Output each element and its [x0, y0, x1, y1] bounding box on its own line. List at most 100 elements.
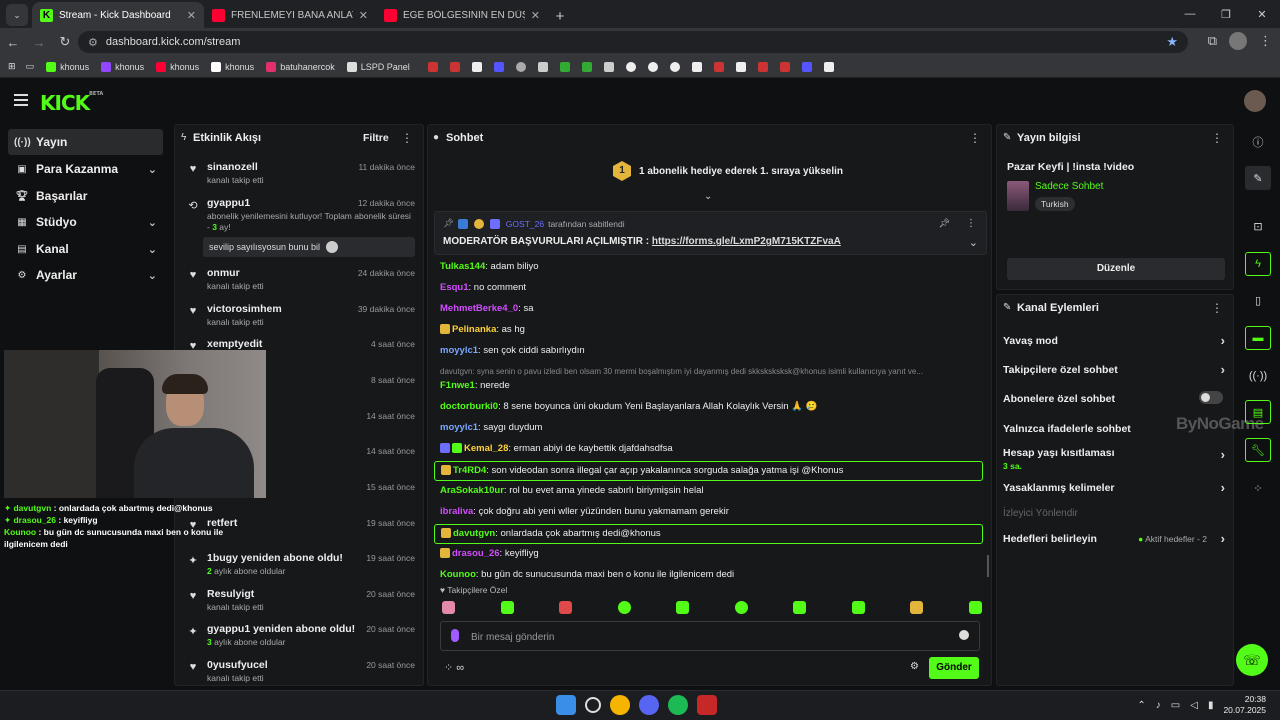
bookmark-icon[interactable] — [823, 61, 834, 72]
chat-message-input[interactable] — [471, 628, 941, 646]
site-info-icon[interactable]: ⚙ — [88, 36, 98, 49]
bookmark-icon[interactable] — [779, 61, 790, 72]
sidebar-item-para-kazanma[interactable]: ▣ Para Kazanma ⌄ — [8, 156, 163, 182]
chat-message[interactable]: Tr4RD4: son videodan sonra illegal çar a… — [434, 461, 983, 481]
network-icon[interactable]: ▭ — [1171, 700, 1180, 711]
activity-item[interactable]: ♥ Resulyigt 20 saat önce kanalı takip etti — [185, 588, 415, 620]
subscriber-only-toggle[interactable] — [1199, 391, 1223, 404]
emote-icon[interactable] — [851, 601, 865, 614]
dots-icon[interactable]: ⁘ — [1245, 476, 1271, 500]
bookmark-icon[interactable] — [735, 61, 746, 72]
chat-message[interactable]: moyylc1: saygı duydum — [440, 422, 542, 433]
pinned-link[interactable]: https://forms.gle/LxmP2gM715KTZFvaA — [652, 236, 841, 247]
emote-icon[interactable] — [617, 601, 631, 614]
activity-item[interactable]: ✦ 1bugy yeniden abone oldu! 19 saat önce 2 … — [185, 552, 415, 584]
bookmark-icon[interactable] — [515, 61, 526, 72]
tab-search-button[interactable]: ⌄ — [6, 4, 28, 26]
set-goals-row[interactable]: Hedefleri belirleyin ● Aktif hedefler - … — [1003, 531, 1225, 546]
kick-logo[interactable]: KICKBETA — [40, 91, 103, 115]
start-icon[interactable] — [556, 695, 576, 715]
kebab-menu-icon[interactable]: ⋮ — [966, 218, 976, 229]
bookmark-0[interactable]: khonus — [46, 61, 89, 72]
bookmark-icon[interactable] — [757, 61, 768, 72]
activity-username[interactable]: xemptyedit — [207, 338, 262, 350]
channel-action-row[interactable]: Hesap yaşı kısıtlaması 3 sa. › — [1003, 447, 1225, 471]
activity-item[interactable]: ♥ victorosimhem 39 dakika önce kanalı takip… — [185, 303, 415, 335]
chat-username[interactable]: Esqu1 — [440, 282, 469, 293]
chat-username[interactable]: MehmetBerke4_0 — [440, 303, 518, 314]
activity-item[interactable]: ✦ gyappu1 yeniden abone oldu! 20 saat önce… — [185, 623, 415, 655]
url-field[interactable]: ⚙ dashboard.kick.com/stream ★ — [78, 31, 1188, 53]
chat-message[interactable]: AraSokak10ur: rol bu evet ama yinede sab… — [440, 485, 704, 496]
activity-username[interactable]: 0yusufyucel — [207, 659, 268, 671]
activity-username[interactable]: onmur — [207, 267, 240, 279]
broadcast-icon[interactable]: ((·)) — [1245, 364, 1271, 388]
dots-icon[interactable]: ⁘ — [444, 662, 453, 674]
bookmark-icon[interactable] — [713, 61, 724, 72]
chat-message[interactable]: Esqu1: no comment — [440, 282, 526, 293]
tab-youtube-2[interactable]: EGE BÖLGESİNİN EN DÜŞÜK PU... ✕ — [376, 2, 548, 28]
reload-icon[interactable]: ↻ — [52, 34, 78, 50]
chat-username[interactable]: Tr4RD4 — [453, 465, 486, 476]
bookmark-icon[interactable] — [691, 61, 702, 72]
bookmark-3[interactable]: khonus — [211, 61, 254, 72]
battery-icon[interactable]: ▮ — [1208, 700, 1214, 711]
discord-icon[interactable] — [639, 695, 659, 715]
infinity-icon[interactable]: ∞ — [456, 662, 464, 674]
kebab-menu-icon[interactable]: ⋮ — [401, 131, 413, 145]
chat-message[interactable]: doctorburki0: 8 sene boyunca üni okudum … — [440, 401, 817, 412]
restore-icon[interactable]: ❐ — [1208, 0, 1244, 28]
chevron-down-icon[interactable]: ⌄ — [969, 236, 978, 249]
sidebar-item-yayin[interactable]: ((·)) Yayın — [8, 129, 163, 155]
bookmark-icon[interactable] — [669, 61, 680, 72]
close-icon[interactable]: ✕ — [187, 9, 196, 22]
chat-message[interactable]: Kemal_28: erman abiyi de kaybettik djafd… — [440, 443, 673, 454]
activity-username[interactable]: sinanozell — [207, 161, 258, 173]
document-icon[interactable]: ▯ — [1245, 288, 1271, 312]
chat-message[interactable]: MehmetBerke4_0: sa — [440, 303, 533, 314]
bookmark-5[interactable]: LSPD Panel — [346, 61, 410, 72]
chat-message[interactable]: Tulkas144: adam biliyo — [440, 261, 539, 272]
chat-message[interactable]: F1nwe1: nerede — [440, 380, 510, 391]
scrollbar[interactable] — [987, 555, 989, 577]
forward-icon[interactable]: → — [26, 35, 52, 50]
info-icon[interactable]: ⓘ — [1245, 130, 1271, 154]
app-icon[interactable] — [697, 695, 717, 715]
emote-icon[interactable] — [910, 601, 924, 614]
chat-message[interactable]: Kounoo: bu gün dc sunucusunda maxi ben o… — [440, 569, 734, 580]
activity-username[interactable]: 1bugy yeniden abone oldu! — [207, 552, 343, 564]
emote-icon[interactable] — [500, 601, 514, 614]
chevron-up-icon[interactable]: ⌃ — [1137, 700, 1145, 711]
channel-action-row[interactable]: Yavaş mod › — [1003, 333, 1225, 348]
chat-username[interactable]: moyylc1 — [440, 345, 478, 356]
chrome-icon[interactable] — [610, 695, 630, 715]
close-icon[interactable]: ✕ — [359, 9, 368, 22]
chat-username[interactable]: drasou_26 — [452, 548, 500, 559]
chevron-down-icon[interactable]: ⌄ — [704, 191, 712, 202]
chat-message[interactable]: Pelinanka: as hg — [440, 324, 525, 335]
wrench-icon[interactable]: 🔧︎ — [1245, 438, 1271, 462]
close-icon[interactable]: ✕ — [531, 9, 540, 22]
microphone-icon[interactable] — [451, 629, 459, 642]
chat-username[interactable]: Kounoo — [440, 569, 476, 580]
emote-icon[interactable] — [968, 601, 982, 614]
back-icon[interactable]: ← — [0, 35, 26, 50]
apps-icon[interactable]: ⊞ — [8, 61, 16, 72]
bookmark-icon[interactable] — [449, 61, 460, 72]
activity-username[interactable]: gyappu1 yeniden abone oldu! — [207, 623, 355, 635]
bookmark-icon[interactable] — [427, 61, 438, 72]
close-window-icon[interactable]: ✕ — [1244, 0, 1280, 28]
profile-avatar[interactable] — [1229, 32, 1247, 50]
kebab-menu-icon[interactable]: ⋮ — [1211, 131, 1223, 145]
chat-message[interactable]: davutgvn: onlardada çok abartmış dedi@kh… — [434, 524, 983, 544]
pinned-by-user[interactable]: GOST_26 — [506, 219, 544, 229]
volume-icon[interactable]: ◁ — [1190, 700, 1198, 711]
chat-username[interactable]: davutgvn — [453, 528, 495, 539]
chat-message[interactable]: moyylc1: sen çok ciddi sabırlıydın — [440, 345, 585, 356]
bookmark-icon[interactable] — [581, 61, 592, 72]
chat-icon[interactable]: ▬ — [1245, 326, 1271, 350]
channel-action-row[interactable]: Takipçilere özel sohbet › — [1003, 362, 1225, 377]
search-icon[interactable] — [585, 697, 601, 713]
stream-category[interactable]: Sadece Sohbet — [1035, 181, 1103, 192]
emote-icon[interactable] — [793, 601, 807, 614]
